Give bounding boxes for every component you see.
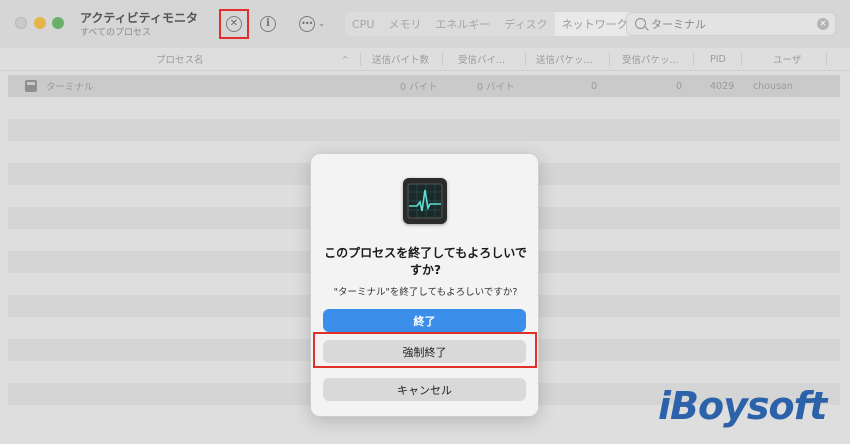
column-divider: [525, 52, 526, 66]
column-divider: [741, 52, 742, 66]
received-bytes-cell: 0 バイト: [477, 82, 515, 93]
zoom-window-button[interactable]: [52, 17, 64, 29]
tab-cpu[interactable]: CPU: [345, 12, 381, 36]
search-field[interactable]: ✕: [626, 12, 836, 36]
stop-process-icon: ✕: [226, 16, 242, 32]
search-input[interactable]: [651, 16, 816, 32]
table-row[interactable]: ターミナル 0 バイト 0 バイト 0 0 4029 chousan: [8, 75, 840, 97]
more-actions-button[interactable]: ••• ⌄: [296, 14, 328, 34]
info-icon: i: [260, 16, 276, 32]
more-actions-icon: •••: [298, 16, 315, 32]
cancel-button[interactable]: キャンセル: [323, 378, 526, 401]
tab-memory[interactable]: メモリ: [381, 12, 428, 36]
minimize-window-button[interactable]: [34, 17, 46, 29]
category-tabs: CPU メモリ エネルギー ディスク ネットワーク: [345, 12, 635, 36]
column-received-bytes[interactable]: 受信バイ...: [458, 48, 505, 70]
clear-search-icon[interactable]: ✕: [817, 18, 829, 30]
activity-monitor-icon-graphic: [407, 183, 443, 219]
info-button[interactable]: i: [258, 14, 278, 34]
window-title: アクティビティモニタ: [80, 11, 198, 25]
search-icon: [635, 18, 646, 29]
sent-bytes-cell: 0 バイト: [400, 82, 438, 93]
table-header: プロセス名 ^ 送信バイト数 受信バイ... 送信パケッ... 受信パケッ...…: [0, 48, 850, 71]
sort-ascending-icon: ^: [342, 54, 349, 64]
quit-process-dialog: このプロセスを終了してもよろしいですか? "ターミナル"を終了してもよろしいです…: [310, 153, 539, 417]
force-quit-highlight-box: [313, 332, 537, 368]
table-row: [8, 119, 840, 141]
column-divider: [609, 52, 610, 66]
column-pid[interactable]: PID: [710, 48, 726, 70]
column-divider: [826, 52, 827, 66]
quit-button[interactable]: 終了: [323, 309, 526, 332]
tab-network[interactable]: ネットワーク: [554, 12, 635, 36]
activity-monitor-window: アクティビティモニタ すべてのプロセス ✕ i ••• ⌄ CPU メモリ エネ…: [0, 0, 850, 444]
process-name-cell: ターミナル: [46, 82, 94, 93]
close-window-button[interactable]: [15, 17, 27, 29]
column-divider: [693, 52, 694, 66]
column-sent-packets[interactable]: 送信パケッ...: [536, 48, 593, 70]
column-divider: [360, 52, 361, 66]
column-user[interactable]: ユーザ: [773, 48, 801, 70]
pid-cell: 4029: [710, 80, 735, 92]
dialog-message: "ターミナル"を終了してもよろしいですか?: [333, 287, 518, 298]
terminal-app-icon: [25, 80, 37, 92]
tab-energy[interactable]: エネルギー: [428, 12, 497, 36]
sent-packets-cell: 0: [591, 80, 598, 92]
window-subtitle: すべてのプロセス: [80, 28, 152, 38]
toolbar: アクティビティモニタ すべてのプロセス ✕ i ••• ⌄ CPU メモリ エネ…: [0, 0, 850, 48]
column-divider: [442, 52, 443, 66]
tab-disk[interactable]: ディスク: [497, 12, 554, 36]
activity-monitor-icon: [403, 178, 447, 224]
table-row: [8, 97, 840, 119]
chevron-down-icon: ⌄: [317, 19, 326, 29]
dialog-title: このプロセスを終了してもよろしいですか?: [324, 246, 527, 277]
column-sent-bytes[interactable]: 送信バイト数: [372, 48, 429, 70]
user-cell: chousan: [753, 80, 793, 92]
column-received-packets[interactable]: 受信パケッ...: [622, 48, 679, 70]
column-process-name[interactable]: プロセス名: [156, 48, 204, 70]
stop-process-button[interactable]: ✕: [219, 9, 249, 39]
received-packets-cell: 0: [676, 80, 683, 92]
brand-watermark: iBoysoft: [658, 384, 827, 428]
